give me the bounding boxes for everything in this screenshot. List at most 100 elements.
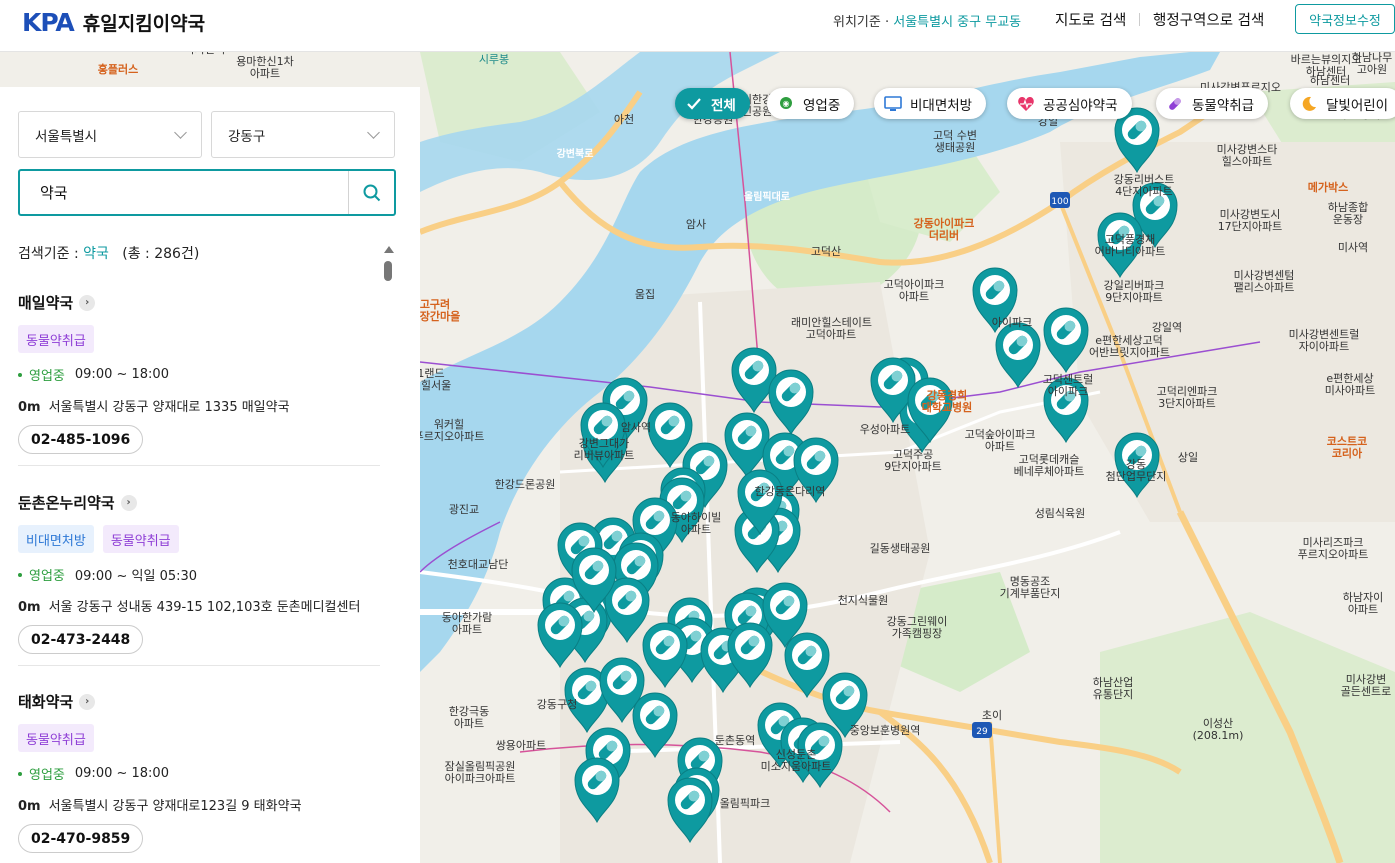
distance: 0m <box>18 799 41 814</box>
map-label: 상일 <box>1177 451 1199 464</box>
filter-chip-all[interactable]: 전체 <box>675 88 750 119</box>
filter-chip-label: 비대면처방 <box>910 97 973 114</box>
map-label: 잠실올림픽공원 아이파크아파트 <box>444 760 516 785</box>
map-label: 고덕숲아이파크 아파트 <box>964 428 1036 453</box>
chevron-down-icon <box>367 125 380 139</box>
filter-chip-label: 전체 <box>711 97 736 114</box>
address: 서울특별시 강동구 양재대로123길 9 태화약국 <box>48 799 302 814</box>
map-label: 암사역 <box>620 421 652 434</box>
map-label: 미사강변센텀 팰리스아파트 <box>1233 269 1295 294</box>
map-label: 미사강변스타 힐스아파트 <box>1216 143 1278 168</box>
nav-divider <box>1139 13 1140 26</box>
map-label: e편한세상고덕 어반브릿지아파트 <box>1089 334 1170 359</box>
map-label: 하남자이 아파트 <box>1342 591 1384 616</box>
capsule-icon <box>1166 95 1184 113</box>
search-icon <box>363 184 380 201</box>
map-label: 홍플러스 <box>97 63 139 76</box>
map-label: 성림식육원 <box>1034 507 1086 520</box>
filter-chip-night[interactable]: 공공심야약국 <box>1007 88 1132 119</box>
edit-pharmacy-info-button[interactable]: 약국정보수정 <box>1295 4 1395 34</box>
map-label: 한강드론공원 <box>494 478 556 491</box>
status-dot <box>18 771 22 776</box>
map-label: 우성아파트 <box>859 423 911 436</box>
map-label: 명동공조 기계부품단지 <box>999 575 1061 600</box>
pharmacy-name[interactable]: 태화약국 <box>18 691 73 712</box>
opening-hours: 09:00 ~ 익일 05:30 <box>74 569 198 584</box>
map-label: 고덕 수변 생태공원 <box>933 129 977 154</box>
map-label: 미사리즈파크 푸르지오아파트 <box>1297 536 1369 561</box>
map-label: 쌍용아파트 <box>495 739 547 752</box>
distance: 0m <box>18 600 41 615</box>
map-label: 올림픽대로 <box>744 192 790 203</box>
scroll-thumb[interactable] <box>384 261 392 281</box>
chevron-down-icon <box>174 125 187 139</box>
svg-text:◉: ◉ <box>783 99 790 108</box>
map-label: 강동아이파크 더리버 <box>913 217 975 242</box>
map-label: 초이 <box>981 709 1003 722</box>
open-pin-icon: ◉ <box>777 95 795 113</box>
map-label: 아천 <box>613 113 635 126</box>
filter-chip-label: 영업중 <box>803 97 841 114</box>
chevron-right-icon[interactable]: › <box>79 693 96 710</box>
map-label: 동아한가람 아파트 <box>441 611 493 636</box>
map-label: 미사강변 골든센트로 <box>1340 673 1392 698</box>
location-city[interactable]: 서울특별시 중구 무교동 <box>893 15 1021 30</box>
result-item[interactable]: 매일약국 › 동물약취급 영업중 09:00 ~ 18:00 0m 서울특별시 강동구… <box>18 292 380 454</box>
map-label: 강동구청 <box>536 698 578 711</box>
search-box <box>18 169 396 216</box>
phone-button[interactable]: 02-473-2448 <box>18 625 144 654</box>
opening-hours: 09:00 ~ 18:00 <box>74 766 169 781</box>
chevron-right-icon[interactable]: › <box>120 494 137 511</box>
pharmacy-name[interactable]: 둔촌온누리약국 <box>18 492 115 513</box>
scroll-up-arrow-icon[interactable] <box>384 246 394 253</box>
result-item[interactable]: 둔촌온누리약국 › 비대면처방 동물약취급 영업중 09:00 ~ 익일 05:30… <box>18 492 380 654</box>
filter-chip-moonlight[interactable]: 달빛어린이 <box>1290 88 1395 119</box>
kpa-logo[interactable]: KPA 휴일지킴이약국 <box>22 7 205 37</box>
filter-chip-remote[interactable]: 비대면처방 <box>874 88 987 119</box>
search-criteria: 검색기준 : 약국 (총 : 286건) <box>18 243 199 263</box>
map-label: 고덕산 <box>810 245 842 258</box>
kpa-logo-mark: KPA <box>22 7 75 37</box>
map-label: 아이파크 <box>991 316 1033 329</box>
moon-icon <box>1300 95 1318 113</box>
district-select[interactable]: 강동구 <box>211 111 395 158</box>
tag-remote-prescription: 비대면처방 <box>18 525 94 553</box>
address: 서울 강동구 성내동 439-15 102,103호 둔촌메디컬센터 <box>48 600 361 615</box>
map-label: 동아하이빌 아파트 <box>670 511 722 536</box>
filter-chip-open[interactable]: ◉ 영업중 <box>767 88 855 119</box>
map-label: 고덕풍경채 어바니티아파트 <box>1094 233 1166 258</box>
phone-button[interactable]: 02-470-9859 <box>18 824 144 853</box>
search-button[interactable] <box>348 171 394 214</box>
map-label: 강동그린웨이 가족캠핑장 <box>886 615 948 640</box>
monitor-icon <box>884 95 902 113</box>
result-item[interactable]: 태화약국 › 동물약취급 영업중 09:00 ~ 18:00 0m 서울특별시 강동구… <box>18 691 380 853</box>
status-badge: 영업중 <box>29 569 65 584</box>
map-label: 하남종합 운동장 <box>1327 201 1369 226</box>
map-label: 래미안힐스테이트 고덕아파트 <box>791 316 872 341</box>
tag-animal-medicine: 동물약취급 <box>102 525 179 553</box>
map-label: 미사역 <box>1337 241 1369 254</box>
map-label: 강동경희 대학교병원 <box>921 389 973 414</box>
map-label: 코스트코 코리아 <box>1326 435 1368 460</box>
criteria-total: (총 : 286건) <box>122 246 200 262</box>
map-label: 고덕주공 9단지아파트 <box>884 448 942 473</box>
nav-admin-search[interactable]: 행정구역으로 검색 <box>1153 9 1264 30</box>
heart-pulse-icon <box>1017 95 1035 113</box>
filter-chip-animal[interactable]: 동물약취급 <box>1156 88 1269 119</box>
map-label: 메가박스 <box>1307 181 1349 194</box>
chevron-right-icon[interactable]: › <box>79 294 96 311</box>
pharmacy-name[interactable]: 매일약국 <box>18 292 73 313</box>
map-label: 하남센터 <box>1309 74 1351 87</box>
address: 서울특별시 강동구 양재대로 1335 매일약국 <box>48 400 290 415</box>
results-scrollbar[interactable] <box>383 244 394 854</box>
filter-chip-label: 동물약취급 <box>1192 97 1255 114</box>
map-label: 미사강변센트럴 자이아파트 <box>1288 328 1360 353</box>
status-dot <box>18 372 22 377</box>
map-label: 광진교 <box>448 503 480 516</box>
nav-map-search[interactable]: 지도로 검색 <box>1055 9 1126 30</box>
search-input[interactable] <box>20 171 348 214</box>
criteria-keyword: 약국 <box>83 246 109 262</box>
map-label: 고덕롯데캐슬 베네루체아파트 <box>1013 453 1085 478</box>
phone-button[interactable]: 02-485-1096 <box>18 425 144 454</box>
city-select[interactable]: 서울특별시 <box>18 111 202 158</box>
